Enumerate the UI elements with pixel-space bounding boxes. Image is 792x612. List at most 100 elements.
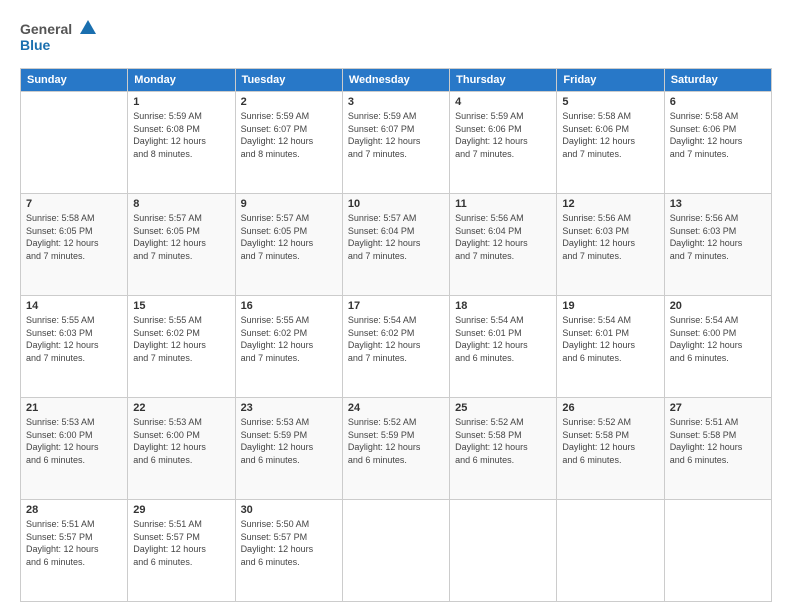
calendar-cell: 20Sunrise: 5:54 AMSunset: 6:00 PMDayligh… [664, 296, 771, 398]
svg-text:General: General [20, 21, 72, 37]
day-info: Sunrise: 5:55 AMSunset: 6:03 PMDaylight:… [26, 314, 122, 364]
calendar-cell: 1 Sunrise: 5:59 AMSunset: 6:08 PMDaylight… [128, 92, 235, 194]
calendar-cell [450, 500, 557, 602]
day-number: 11 [455, 198, 551, 210]
calendar-cell: 26 Sunrise: 5:52 AMSunset: 5:58 PMDayligh… [557, 398, 664, 500]
day-number: 6 [670, 96, 766, 108]
calendar-week-3: 14 Sunrise: 5:55 AMSunset: 6:03 PMDayligh… [21, 296, 772, 398]
day-number: 29 [133, 504, 229, 516]
day-info: Sunrise: 5:59 AMSunset: 6:07 PMDaylight:… [241, 110, 337, 160]
calendar-cell: 13 Sunrise: 5:56 AMSunset: 6:03 PMDayligh… [664, 194, 771, 296]
calendar-cell: 22 Sunrise: 5:53 AMSunset: 6:00 PMDayligh… [128, 398, 235, 500]
calendar-cell: 2 Sunrise: 5:59 AMSunset: 6:07 PMDaylight… [235, 92, 342, 194]
calendar-header-row: SundayMondayTuesdayWednesdayThursdayFrid… [21, 69, 772, 92]
header: General Blue [20, 18, 772, 58]
calendar-cell: 12 Sunrise: 5:56 AMSunset: 6:03 PMDayligh… [557, 194, 664, 296]
calendar-cell: 19 Sunrise: 5:54 AMSunset: 6:01 PMDayligh… [557, 296, 664, 398]
day-number: 13 [670, 198, 766, 210]
weekday-header-saturday: Saturday [664, 69, 771, 92]
day-info: Sunrise: 5:52 AMSunset: 5:59 PMDaylight:… [348, 416, 444, 466]
day-info: Sunrise: 5:56 AMSunset: 6:04 PMDaylight:… [455, 212, 551, 262]
calendar-cell: 6 Sunrise: 5:58 AMSunset: 6:06 PMDaylight… [664, 92, 771, 194]
calendar-week-1: 1 Sunrise: 5:59 AMSunset: 6:08 PMDaylight… [21, 92, 772, 194]
svg-text:Blue: Blue [20, 37, 51, 53]
day-info: Sunrise: 5:52 AMSunset: 5:58 PMDaylight:… [562, 416, 658, 466]
day-number: 12 [562, 198, 658, 210]
calendar-cell: 30 Sunrise: 5:50 AMSunset: 5:57 PMDayligh… [235, 500, 342, 602]
day-info: Sunrise: 5:56 AMSunset: 6:03 PMDaylight:… [562, 212, 658, 262]
day-info: Sunrise: 5:57 AMSunset: 6:05 PMDaylight:… [133, 212, 229, 262]
calendar-cell: 7 Sunrise: 5:58 AMSunset: 6:05 PMDaylight… [21, 194, 128, 296]
day-number: 30 [241, 504, 337, 516]
day-info: Sunrise: 5:56 AMSunset: 6:03 PMDaylight:… [670, 212, 766, 262]
day-number: 2 [241, 96, 337, 108]
day-number: 17 [348, 300, 444, 312]
day-info: Sunrise: 5:55 AMSunset: 6:02 PMDaylight:… [241, 314, 337, 364]
day-info: Sunrise: 5:57 AMSunset: 6:05 PMDaylight:… [241, 212, 337, 262]
calendar-cell: 18Sunrise: 5:54 AMSunset: 6:01 PMDayligh… [450, 296, 557, 398]
calendar-week-2: 7 Sunrise: 5:58 AMSunset: 6:05 PMDaylight… [21, 194, 772, 296]
day-number: 8 [133, 198, 229, 210]
calendar-cell: 17 Sunrise: 5:54 AMSunset: 6:02 PMDayligh… [342, 296, 449, 398]
day-info: Sunrise: 5:58 AMSunset: 6:06 PMDaylight:… [670, 110, 766, 160]
calendar-cell: 28Sunrise: 5:51 AMSunset: 5:57 PMDayligh… [21, 500, 128, 602]
day-number: 28 [26, 504, 122, 516]
day-number: 4 [455, 96, 551, 108]
weekday-header-friday: Friday [557, 69, 664, 92]
calendar-cell: 27 Sunrise: 5:51 AMSunset: 5:58 PMDayligh… [664, 398, 771, 500]
page: General Blue SundayMondayTuesdayWednesda… [0, 0, 792, 612]
calendar-cell: 25 Sunrise: 5:52 AMSunset: 5:58 PMDayligh… [450, 398, 557, 500]
day-info: Sunrise: 5:51 AMSunset: 5:57 PMDaylight:… [133, 518, 229, 568]
day-info: Sunrise: 5:59 AMSunset: 6:06 PMDaylight:… [455, 110, 551, 160]
day-number: 21 [26, 402, 122, 414]
calendar-cell: 15Sunrise: 5:55 AMSunset: 6:02 PMDayligh… [128, 296, 235, 398]
day-info: Sunrise: 5:54 AMSunset: 6:02 PMDaylight:… [348, 314, 444, 364]
calendar-table: SundayMondayTuesdayWednesdayThursdayFrid… [20, 68, 772, 602]
day-number: 24 [348, 402, 444, 414]
day-number: 19 [562, 300, 658, 312]
day-number: 7 [26, 198, 122, 210]
calendar-cell [664, 500, 771, 602]
day-info: Sunrise: 5:51 AMSunset: 5:58 PMDaylight:… [670, 416, 766, 466]
calendar-week-5: 28 Sunrise: 5:51 AMSunset: 5:57 PMDayligh… [21, 500, 772, 602]
day-info: Sunrise: 5:50 AMSunset: 5:57 PMDaylight:… [241, 518, 337, 568]
day-info: Sunrise: 5:59 AMSunset: 6:08 PMDaylight:… [133, 110, 229, 160]
day-number: 14 [26, 300, 122, 312]
day-number: 3 [348, 96, 444, 108]
calendar-week-4: 21 Sunrise: 5:53 AMSunset: 6:00 PMDayligh… [21, 398, 772, 500]
day-info: Sunrise: 5:52 AMSunset: 5:58 PMDaylight:… [455, 416, 551, 466]
day-number: 9 [241, 198, 337, 210]
weekday-header-thursday: Thursday [450, 69, 557, 92]
calendar-cell [557, 500, 664, 602]
day-number: 26 [562, 402, 658, 414]
day-number: 1 [133, 96, 229, 108]
weekday-header-monday: Monday [128, 69, 235, 92]
day-number: 18 [455, 300, 551, 312]
weekday-header-sunday: Sunday [21, 69, 128, 92]
day-info: Sunrise: 5:58 AMSunset: 6:05 PMDaylight:… [26, 212, 122, 262]
day-info: Sunrise: 5:54 AMSunset: 6:01 PMDaylight:… [562, 314, 658, 364]
calendar-cell: 23 Sunrise: 5:53 AMSunset: 5:59 PMDayligh… [235, 398, 342, 500]
day-info: Sunrise: 5:53 AMSunset: 6:00 PMDaylight:… [26, 416, 122, 466]
day-info: Sunrise: 5:53 AMSunset: 6:00 PMDaylight:… [133, 416, 229, 466]
calendar-cell: 9 Sunrise: 5:57 AMSunset: 6:05 PMDaylight… [235, 194, 342, 296]
weekday-header-tuesday: Tuesday [235, 69, 342, 92]
calendar-cell: 29 Sunrise: 5:51 AMSunset: 5:57 PMDayligh… [128, 500, 235, 602]
calendar-cell: 14 Sunrise: 5:55 AMSunset: 6:03 PMDayligh… [21, 296, 128, 398]
day-number: 22 [133, 402, 229, 414]
calendar-cell: 21 Sunrise: 5:53 AMSunset: 6:00 PMDayligh… [21, 398, 128, 500]
day-info: Sunrise: 5:57 AMSunset: 6:04 PMDaylight:… [348, 212, 444, 262]
day-number: 23 [241, 402, 337, 414]
calendar-cell: 4 Sunrise: 5:59 AMSunset: 6:06 PMDaylight… [450, 92, 557, 194]
calendar-cell: 24 Sunrise: 5:52 AMSunset: 5:59 PMDayligh… [342, 398, 449, 500]
day-info: Sunrise: 5:53 AMSunset: 5:59 PMDaylight:… [241, 416, 337, 466]
day-number: 20 [670, 300, 766, 312]
calendar-cell: 8 Sunrise: 5:57 AMSunset: 6:05 PMDaylight… [128, 194, 235, 296]
day-number: 27 [670, 402, 766, 414]
calendar-cell: 3 Sunrise: 5:59 AMSunset: 6:07 PMDaylight… [342, 92, 449, 194]
day-info: Sunrise: 5:55 AMSunset: 6:02 PMDaylight:… [133, 314, 229, 364]
calendar-cell: 10Sunrise: 5:57 AMSunset: 6:04 PMDayligh… [342, 194, 449, 296]
logo-svg: General Blue [20, 18, 100, 58]
day-number: 25 [455, 402, 551, 414]
day-info: Sunrise: 5:59 AMSunset: 6:07 PMDaylight:… [348, 110, 444, 160]
